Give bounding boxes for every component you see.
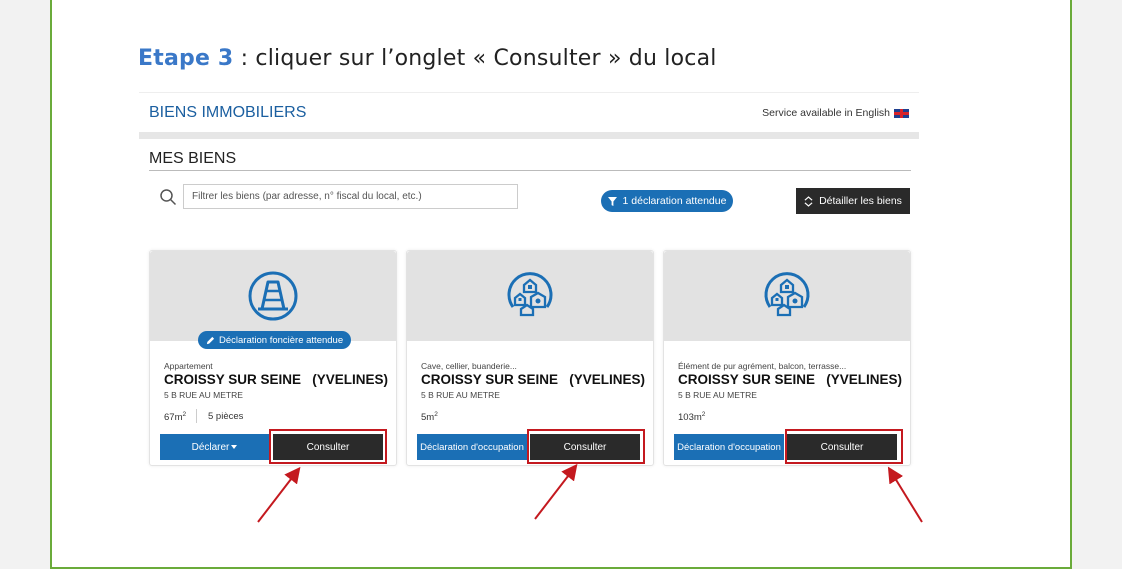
property-type: Cave, cellier, buanderie... <box>421 361 517 371</box>
consult-highlight-box <box>785 429 903 464</box>
filter-icon <box>607 196 617 206</box>
section-divider <box>149 170 911 171</box>
size-unit-exponent: 2 <box>434 411 438 418</box>
pending-declaration-badge: Déclaration foncière attendue <box>198 331 352 349</box>
property-group-icon <box>764 272 810 317</box>
expand-icon <box>804 195 813 207</box>
search-icon[interactable] <box>159 188 177 206</box>
uk-flag-icon <box>894 108 909 118</box>
consult-highlight-box <box>269 429 387 464</box>
property-type: Appartement <box>164 361 213 371</box>
property-type: Élément de pur agrément, balcon, terrass… <box>678 361 847 371</box>
property-size: 67m2 <box>164 411 186 423</box>
step-label: Etape 3 <box>138 46 234 71</box>
step-text: : cliquer sur l’onglet « Consulter » du … <box>233 46 717 71</box>
pending-declaration-filter-button[interactable]: 1 déclaration attendue <box>601 190 733 212</box>
step-title: Etape 3 : cliquer sur l’onglet « Consult… <box>138 46 717 71</box>
page-title: BIENS IMMOBILIERS <box>149 104 307 121</box>
size-unit-exponent: 2 <box>182 411 187 418</box>
declare-button-label: Déclarer <box>191 441 230 453</box>
consult-highlight-box <box>527 429 645 464</box>
size-unit-exponent: 2 <box>701 411 706 418</box>
occupation-declaration-button[interactable]: Déclaration d'occupation <box>674 434 784 460</box>
property-rooms: 5 pièces <box>208 411 244 422</box>
chevron-down-icon <box>231 445 238 449</box>
size-value: 5m <box>421 412 435 424</box>
declare-button[interactable]: Déclarer <box>160 434 269 460</box>
detail-properties-button[interactable]: Détailler les biens <box>796 188 910 214</box>
size-value: 67m <box>164 412 183 424</box>
occupation-declaration-button[interactable]: Déclaration d'occupation <box>417 434 527 460</box>
header-divider <box>139 132 919 139</box>
property-address: 5 B RUE AU METRE <box>678 390 757 400</box>
search-input[interactable] <box>183 184 518 209</box>
section-title: MES BIENS <box>149 150 237 167</box>
property-address: 5 B RUE AU METRE <box>164 390 243 400</box>
badge-label: Déclaration foncière attendue <box>219 334 344 346</box>
property-address: 5 B RUE AU METRE <box>421 390 500 400</box>
property-city: CROISSY SUR SEINE (YVELINES) <box>421 372 646 387</box>
property-group-icon <box>507 272 553 317</box>
pencil-icon <box>206 336 215 344</box>
size-rooms-separator <box>196 409 197 423</box>
size-value: 103m <box>678 412 702 424</box>
property-size: 103m2 <box>678 411 705 423</box>
detail-button-label: Détailler les biens <box>819 195 902 207</box>
filter-button-label: 1 déclaration attendue <box>622 195 727 207</box>
panel-header: BIENS IMMOBILIERS Service available in E… <box>139 92 919 133</box>
construction-cone-icon <box>248 271 298 321</box>
property-city: CROISSY SUR SEINE (YVELINES) <box>678 372 903 387</box>
property-city: CROISSY SUR SEINE (YVELINES) <box>164 372 389 387</box>
property-size: 5m2 <box>421 411 438 423</box>
english-service-link[interactable]: Service available in English <box>762 107 909 119</box>
english-link-label: Service available in English <box>762 107 890 119</box>
